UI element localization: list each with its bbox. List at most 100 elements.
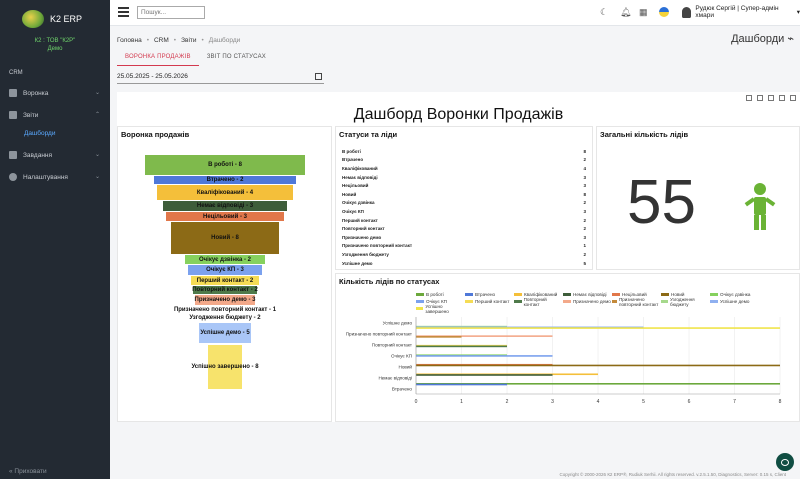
- status-row: Втрачено 2: [336, 156, 592, 165]
- language-flag-icon[interactable]: [659, 7, 669, 17]
- export-icon[interactable]: [768, 95, 774, 101]
- filter-icon[interactable]: [779, 95, 785, 101]
- dashboard-title: Дашборд Воронки Продажів: [353, 106, 564, 123]
- apps-grid-icon[interactable]: ▦: [639, 7, 648, 18]
- funnel-segment: Нецільовий - 3: [166, 212, 284, 221]
- sidebar-item-funnel[interactable]: Воронка ⌄: [0, 82, 110, 104]
- gear-icon: [9, 173, 17, 181]
- status-count: 1: [583, 243, 586, 249]
- sidebar-item-label: Воронка: [23, 89, 49, 97]
- status-count: 2: [583, 157, 586, 163]
- funnel-segment-label: В роботі - 8: [208, 162, 242, 168]
- sidebar-item-tasks[interactable]: Завдання ⌄: [0, 144, 110, 166]
- total-panel: Загальні кількість лідів 55: [596, 126, 800, 270]
- logo-icon: [22, 10, 44, 28]
- status-name: Успішно завершено: [342, 269, 386, 270]
- status-count: 3: [583, 208, 586, 214]
- chat-icon: [781, 458, 789, 466]
- status-count: 2: [583, 200, 586, 206]
- sidebar-section-label: CRM: [9, 70, 23, 76]
- x-tick-label: 0: [415, 399, 418, 405]
- y-tick-label: Новий: [399, 364, 413, 370]
- status-name: Нецільовий: [342, 183, 369, 189]
- moon-icon[interactable]: ☾: [600, 7, 608, 18]
- user-name: Рудюк Сергій | Супер-адмін хмари: [695, 5, 779, 19]
- funnel-segment: Новий - 8: [171, 222, 279, 254]
- user-menu[interactable]: Рудюк Сергій | Супер-адмін хмари ▾: [682, 5, 800, 19]
- app-logo[interactable]: K2 ERP: [0, 0, 110, 30]
- breadcrumb-reports[interactable]: Звіти: [181, 37, 196, 44]
- sidebar-subitem-dashboards[interactable]: Дашборди: [0, 126, 110, 144]
- app-name: K2 ERP: [50, 14, 83, 24]
- status-count: 2: [583, 217, 586, 223]
- tab-sales-funnel[interactable]: ВОРОНКА ПРОДАЖІВ: [117, 51, 199, 66]
- sidebar-item-label: Налаштування: [23, 173, 68, 181]
- chevron-up-icon: ⌃: [94, 112, 100, 118]
- funnel-segment: Кваліфікований - 4: [157, 185, 293, 200]
- status-row: Успішне демо 5: [336, 259, 592, 268]
- y-tick-label: Очікує КП: [391, 354, 412, 359]
- funnel-segment-label: Узгодження бюджету - 2: [189, 315, 261, 321]
- bell-icon[interactable]: 🔔︎: [620, 7, 631, 18]
- funnel-segment: Повторний контакт - 2: [192, 286, 258, 294]
- company-name[interactable]: К2 : ТОВ "К2Р": [0, 38, 110, 44]
- person-icon: [744, 183, 776, 230]
- status-row: Кваліфікований 4: [336, 164, 592, 173]
- y-tick-label: Втрачено: [392, 387, 413, 392]
- calendar-icon[interactable]: [315, 73, 322, 80]
- status-count: 3: [583, 183, 586, 189]
- tab-status-report[interactable]: ЗВІТ ПО СТАТУСАХ: [199, 51, 274, 66]
- total-leads-value: 55: [627, 168, 696, 237]
- funnel-segment-label: Очікує КП - 3: [206, 267, 244, 273]
- funnel-segment: Очікує дзвінка - 2: [185, 255, 265, 264]
- hide-sidebar-button[interactable]: « Приховати: [0, 465, 110, 479]
- tab-bar: ВОРОНКА ПРОДАЖІВ ЗВІТ ПО СТАТУСАХ: [117, 51, 274, 66]
- funnel-segment: Призначено демо - 3: [195, 295, 256, 305]
- settings-icon[interactable]: [790, 95, 796, 101]
- chevron-down-icon: ⌄: [94, 152, 100, 158]
- x-tick-label: 4: [597, 399, 600, 405]
- status-row: Перший контакт 2: [336, 216, 592, 225]
- chevron-down-icon: ⌄: [94, 90, 100, 96]
- bar: [416, 364, 780, 367]
- topbar: ☾ 🔔︎ ▦ Рудюк Сергій | Супер-адмін хмари …: [110, 0, 800, 26]
- status-count: 8: [583, 148, 586, 154]
- breadcrumb-home[interactable]: Головна: [117, 37, 142, 44]
- chat-button[interactable]: [776, 453, 794, 471]
- menu-icon[interactable]: [118, 7, 129, 17]
- folder-icon[interactable]: [757, 95, 763, 101]
- funnel-segment-label: Повторний контакт - 2: [192, 287, 258, 293]
- status-count: 4: [583, 165, 586, 171]
- status-count: 8: [583, 191, 586, 197]
- sidebar-item-settings[interactable]: Налаштування ⌄: [0, 166, 110, 188]
- funnel-panel: Воронка продажів В роботі - 8 Втрачено - …: [117, 126, 332, 422]
- funnel-segment: Узгодження бюджету - 2: [189, 314, 261, 322]
- search-input[interactable]: [137, 6, 205, 19]
- sidebar-item-reports[interactable]: Звіти ⌃: [0, 104, 110, 126]
- dashboard: Дашборд Воронки Продажів Воронка продажі…: [117, 92, 800, 422]
- status-name: В роботі: [342, 148, 361, 154]
- status-row: Очікує КП 3: [336, 207, 592, 216]
- breadcrumb-crm[interactable]: CRM: [154, 37, 169, 44]
- status-name: Призначено повторний контакт: [342, 243, 413, 249]
- sidebar-item-label: Завдання: [23, 151, 53, 159]
- funnel-title: Воронка продажів: [121, 130, 190, 139]
- status-count: 2: [583, 226, 586, 232]
- statuses-title: Статуси та ліди: [339, 130, 398, 139]
- bar-chart-panel: Кількість лідів по статусах В роботі Втра…: [335, 273, 800, 422]
- status-row: Успішно завершено 8: [336, 267, 592, 270]
- sidebar: K2 ERP К2 : ТОВ "К2Р" Демо CRM Воронка ⌄…: [0, 0, 110, 479]
- status-count: 3: [583, 174, 586, 180]
- status-row: Узгодження бюджету 2: [336, 250, 592, 259]
- x-tick-label: 2: [506, 399, 509, 405]
- x-tick-label: 5: [642, 399, 645, 405]
- funnel-segment-label: Очікує дзвінка - 2: [199, 256, 251, 263]
- funnel-segment: Перший контакт - 2: [191, 276, 259, 285]
- leads-bar-chart: 0 1 2 3 4 5 6 7 8 Успішне демо Призначено повторни…: [346, 317, 782, 405]
- status-row: Новий 8: [336, 190, 592, 199]
- status-name: Призначено демо: [342, 234, 382, 240]
- refresh-icon[interactable]: [746, 95, 752, 101]
- total-title: Загальні кількість лідів: [600, 130, 689, 139]
- footer-copyright: Copyright © 2000-2026 К2 ERP®, Rudiuk Se…: [559, 472, 786, 477]
- date-range-input[interactable]: 25.05.2025 - 25.05.2026: [117, 72, 324, 84]
